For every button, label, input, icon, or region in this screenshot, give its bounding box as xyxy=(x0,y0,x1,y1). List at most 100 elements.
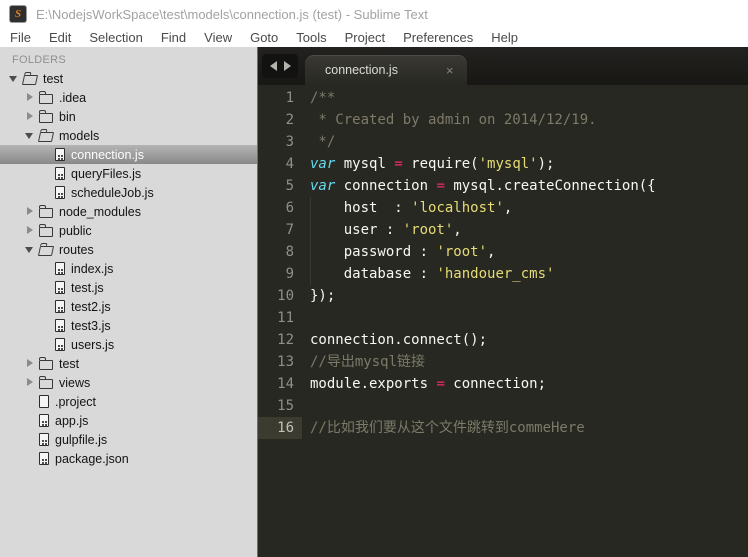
menu-edit[interactable]: Edit xyxy=(40,30,80,45)
tree-item-label: index.js xyxy=(71,261,114,276)
tree-item--project[interactable]: .project xyxy=(0,392,257,411)
tree-item-test2-js[interactable]: test2.js xyxy=(0,297,257,316)
file-icon xyxy=(39,433,49,446)
code-area[interactable]: 1 /** 2 * Created by admin on 2014/12/19. 3… xyxy=(258,85,748,557)
code-line-12[interactable]: 12 connection.connect(); xyxy=(258,329,748,351)
tree-item--idea[interactable]: .idea xyxy=(0,88,257,107)
tree-item-label: public xyxy=(59,223,92,238)
folder-icon xyxy=(21,74,39,85)
line-number: 11 xyxy=(277,310,294,326)
line-number: 7 xyxy=(285,222,294,238)
code-line-3[interactable]: 3 */ xyxy=(258,131,748,153)
arrow-spacer xyxy=(40,264,55,274)
menu-project[interactable]: Project xyxy=(336,30,394,45)
tree-item-index-js[interactable]: index.js xyxy=(0,259,257,278)
line-number: 1 xyxy=(285,90,294,106)
line-text: var connection = mysql.createConnection(… xyxy=(310,178,656,194)
arrow-spacer xyxy=(40,283,55,293)
tree-item-node-modules[interactable]: node_modules xyxy=(0,202,257,221)
tree-item-queryfiles-js[interactable]: queryFiles.js xyxy=(0,164,257,183)
collapse-arrow-icon[interactable] xyxy=(24,111,39,122)
next-tab-arrow-icon[interactable] xyxy=(283,61,291,71)
arrow-spacer xyxy=(40,150,55,160)
collapse-arrow-icon[interactable] xyxy=(24,92,39,103)
arrow-spacer xyxy=(24,454,39,464)
folder-icon xyxy=(39,204,53,218)
folders-heading: FOLDERS xyxy=(12,54,67,66)
code-line-5[interactable]: 5 var connection = mysql.createConnection… xyxy=(258,175,748,197)
tree-item-test3-js[interactable]: test3.js xyxy=(0,316,257,335)
file-icon xyxy=(39,414,49,427)
code-line-10[interactable]: 10}); xyxy=(258,285,748,307)
line-number: 5 xyxy=(285,178,294,194)
tree-item-bin[interactable]: bin xyxy=(0,107,257,126)
file-icon xyxy=(55,319,65,332)
menu-find[interactable]: Find xyxy=(152,30,195,45)
sidebar: FOLDERS test .idea bin models connection.js q… xyxy=(0,47,258,557)
collapse-arrow-icon[interactable] xyxy=(24,377,39,388)
line-text: //导出mysql链接 xyxy=(310,354,426,370)
line-number: 6 xyxy=(285,200,294,216)
tree-item-label: test2.js xyxy=(71,299,111,314)
prev-tab-arrow-icon[interactable] xyxy=(269,61,277,71)
tree-item-test[interactable]: test xyxy=(0,354,257,373)
collapse-arrow-icon[interactable] xyxy=(24,358,39,369)
code-line-13[interactable]: 13 //导出mysql链接 xyxy=(258,351,748,373)
tree-item-test-js[interactable]: test.js xyxy=(0,278,257,297)
menu-selection[interactable]: Selection xyxy=(80,30,151,45)
line-text: */ xyxy=(310,134,336,150)
code-line-6[interactable]: 6 host : 'localhost', xyxy=(258,197,748,219)
tree-item-gulpfile-js[interactable]: gulpfile.js xyxy=(0,430,257,449)
sublime-text-window: S E:\NodejsWorkSpace\test\models\connect… xyxy=(0,0,748,557)
collapse-arrow-icon[interactable] xyxy=(24,206,39,217)
tab-close-icon[interactable]: × xyxy=(446,64,454,77)
tree-item-public[interactable]: public xyxy=(0,221,257,240)
code-line-9[interactable]: 9 database : 'handouer_cms' xyxy=(258,263,748,285)
code-line-1[interactable]: 1 /** xyxy=(258,87,748,109)
collapse-arrow-icon[interactable] xyxy=(24,225,39,236)
menu-view[interactable]: View xyxy=(195,30,241,45)
menu-preferences[interactable]: Preferences xyxy=(394,30,482,45)
tree-item-routes[interactable]: routes xyxy=(0,240,257,259)
tree-item-models[interactable]: models xyxy=(0,126,257,145)
tree-item-package-json[interactable]: package.json xyxy=(0,449,257,468)
file-icon xyxy=(39,452,49,465)
menu-help[interactable]: Help xyxy=(482,30,527,45)
tree-item-test[interactable]: test xyxy=(0,69,257,88)
tree-item-views[interactable]: views xyxy=(0,373,257,392)
line-text: /** xyxy=(310,90,336,106)
folder-tree: test .idea bin models connection.js queryFile… xyxy=(0,69,257,468)
tree-item-schedulejob-js[interactable]: scheduleJob.js xyxy=(0,183,257,202)
folder-icon xyxy=(37,131,55,142)
tree-item-users-js[interactable]: users.js xyxy=(0,335,257,354)
line-text: connection.connect(); xyxy=(310,332,488,348)
folder-icon xyxy=(39,109,53,123)
line-text xyxy=(302,395,310,417)
line-text: //比如我们要从这个文件跳转到commeHere xyxy=(310,420,585,436)
arrow-spacer xyxy=(24,435,39,445)
tab-connection-js[interactable]: connection.js × xyxy=(305,55,467,85)
line-number: 10 xyxy=(277,288,294,304)
code-line-2[interactable]: 2 * Created by admin on 2014/12/19. xyxy=(258,109,748,131)
file-icon xyxy=(55,186,65,199)
expand-arrow-icon[interactable] xyxy=(8,74,23,84)
line-text: host : 'localhost', xyxy=(302,197,512,219)
tree-item-app-js[interactable]: app.js xyxy=(0,411,257,430)
menu-goto[interactable]: Goto xyxy=(241,30,287,45)
code-line-8[interactable]: 8 password : 'root', xyxy=(258,241,748,263)
window-title: E:\NodejsWorkSpace\test\models\connectio… xyxy=(36,6,428,22)
code-line-14[interactable]: 14 module.exports = connection; xyxy=(258,373,748,395)
tree-item-label: routes xyxy=(59,242,94,257)
code-line-16[interactable]: 16 //比如我们要从这个文件跳转到commeHere xyxy=(258,417,748,439)
code-line-7[interactable]: 7 user : 'root', xyxy=(258,219,748,241)
menu-file[interactable]: File xyxy=(1,30,40,45)
tree-item-connection-js[interactable]: connection.js xyxy=(0,145,257,164)
code-line-15[interactable]: 15 xyxy=(258,395,748,417)
tree-item-label: test xyxy=(59,356,80,371)
expand-arrow-icon[interactable] xyxy=(24,131,39,141)
code-line-4[interactable]: 4 var mysql = require('mysql'); xyxy=(258,153,748,175)
menu-tools[interactable]: Tools xyxy=(287,30,335,45)
code-line-11[interactable]: 11 xyxy=(258,307,748,329)
main-area: FOLDERS test .idea bin models connection.js q… xyxy=(0,47,748,557)
expand-arrow-icon[interactable] xyxy=(24,245,39,255)
